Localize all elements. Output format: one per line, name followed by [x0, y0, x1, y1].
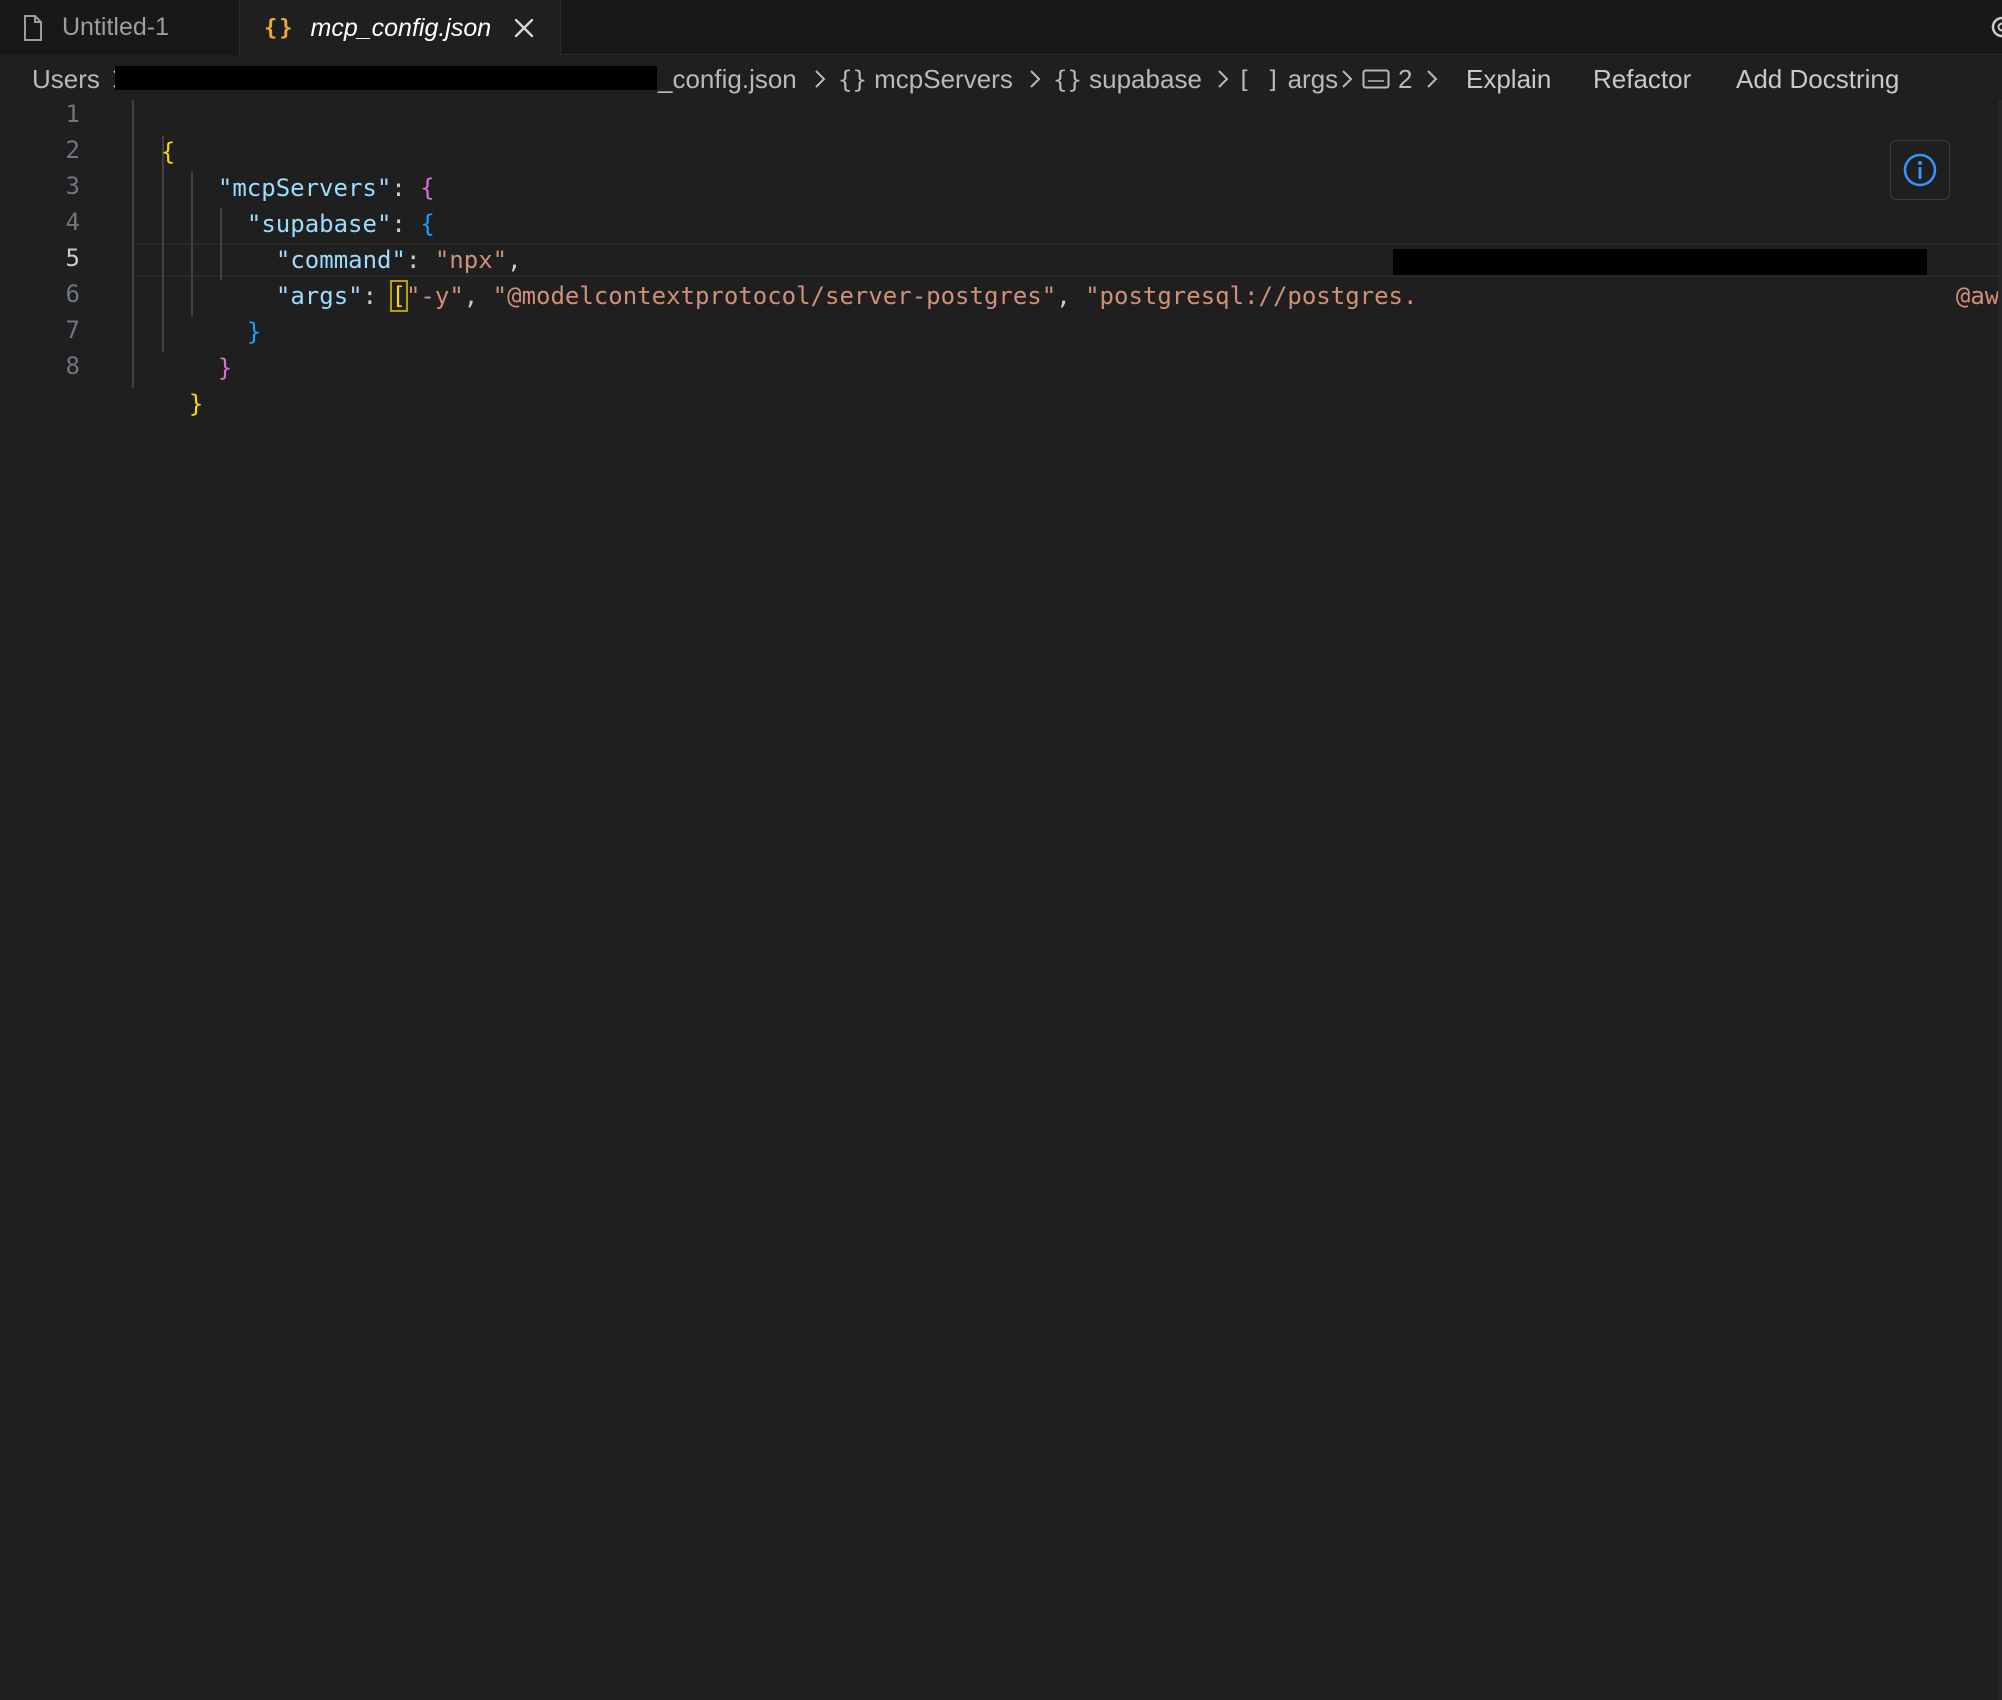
code-line-5-tail: @aws- — [1955, 282, 2002, 310]
code-line-6: } — [246, 318, 262, 346]
line-number: 6 — [65, 280, 80, 308]
breadcrumb-item-args[interactable]: [ ] args — [1237, 64, 1338, 95]
code-line-8: } — [188, 390, 204, 418]
redacted-connection-string — [1393, 249, 1927, 275]
breadcrumb-item-index[interactable]: 2 — [1362, 64, 1412, 95]
string-type-icon — [1362, 69, 1390, 89]
line-number: 4 — [65, 208, 80, 236]
code-line-3: "supabase": { — [246, 210, 435, 238]
chevron-right-icon — [1427, 70, 1438, 88]
info-button[interactable] — [1890, 140, 1950, 200]
array-brackets-icon: [ ] — [1237, 66, 1281, 94]
chevron-right-icon — [1030, 70, 1041, 88]
code-line-4: "command": "npx", — [275, 246, 522, 274]
tab-untitled-1[interactable]: Untitled-1 — [0, 0, 240, 55]
line-number-active: 5 — [65, 244, 80, 272]
chevron-right-icon — [1218, 70, 1229, 88]
line-number: 2 — [65, 136, 80, 164]
vertical-scrollbar[interactable] — [1998, 100, 2002, 1700]
line-number: 8 — [65, 352, 80, 380]
breadcrumb-item-supabase[interactable]: {} supabase — [1053, 64, 1202, 95]
add-docstring-action[interactable]: Add Docstring — [1736, 64, 1899, 95]
tab-label: Untitled-1 — [62, 13, 169, 41]
info-icon — [1903, 153, 1937, 187]
tab-mcp-config-json[interactable]: {} mcp_config.json — [240, 0, 561, 55]
line-number: 3 — [65, 172, 80, 200]
breadcrumb-file[interactable]: _config.json — [658, 64, 797, 95]
redacted-path — [115, 66, 657, 90]
line-number: 7 — [65, 316, 80, 344]
gear-icon[interactable] — [1988, 12, 2002, 42]
code-line-5: "args": ["-y", "@modelcontextprotocol/se… — [275, 280, 1418, 312]
explain-action[interactable]: Explain — [1466, 64, 1551, 95]
tab-bar: Untitled-1 {} mcp_config.json — [0, 0, 2002, 55]
file-icon — [24, 14, 42, 41]
close-icon[interactable] — [513, 17, 535, 39]
line-number: 1 — [65, 100, 80, 128]
object-braces-icon: {} — [1053, 66, 1082, 94]
tab-label: mcp_config.json — [310, 13, 492, 42]
code-editor[interactable] — [0, 100, 2002, 1700]
code-line-7: } — [217, 354, 233, 382]
chevron-right-icon — [815, 70, 826, 88]
code-line-2: "mcpServers": { — [217, 174, 435, 202]
json-braces-icon: {} — [264, 15, 295, 41]
refactor-action[interactable]: Refactor — [1593, 64, 1691, 95]
matched-bracket: [ — [389, 280, 409, 312]
chevron-right-icon — [1342, 70, 1353, 88]
breadcrumb-item-mcpservers[interactable]: {} mcpServers — [838, 64, 1013, 95]
code-line-1: { — [160, 138, 176, 166]
breadcrumb-users[interactable]: Users — [32, 64, 100, 95]
object-braces-icon: {} — [838, 66, 867, 94]
